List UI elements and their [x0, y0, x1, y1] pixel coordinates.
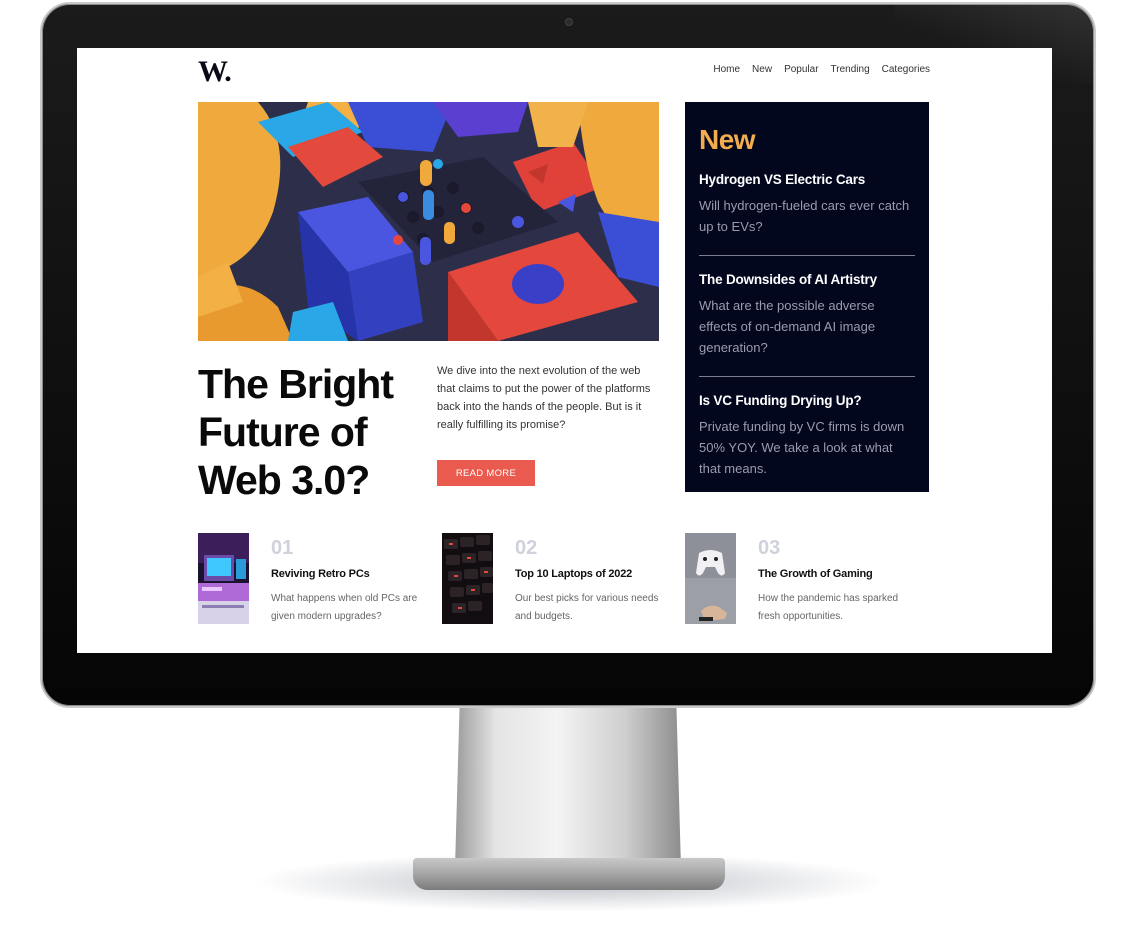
- new-article-desc: What are the possible adverse effects of…: [699, 298, 876, 355]
- new-article-title[interactable]: Is VC Funding Drying Up?: [699, 393, 915, 408]
- article-card[interactable]: 03 The Growth of Gaming How the pandemic…: [685, 533, 915, 625]
- monitor-stand-base: [413, 858, 725, 890]
- nav-home[interactable]: Home: [713, 64, 740, 75]
- website: W. Home New Popular Trending Categories: [77, 48, 1052, 653]
- new-article-title[interactable]: Hydrogen VS Electric Cars: [699, 172, 915, 187]
- nav-categories[interactable]: Categories: [882, 64, 930, 75]
- site-logo[interactable]: W.: [198, 55, 232, 89]
- card-title[interactable]: Reviving Retro PCs: [271, 568, 370, 580]
- card-title[interactable]: Top 10 Laptops of 2022: [515, 568, 632, 580]
- card-number: 01: [271, 537, 294, 559]
- card-number: 03: [758, 537, 781, 559]
- card-title[interactable]: The Growth of Gaming: [758, 568, 873, 580]
- article-card[interactable]: 02 Top 10 Laptops of 2022 Our best picks…: [442, 533, 672, 625]
- article-card[interactable]: 01 Reviving Retro PCs What happens when …: [198, 533, 428, 625]
- read-more-button[interactable]: READ MORE: [437, 460, 535, 486]
- new-article-desc: Private funding by VC firms is down 50% …: [699, 419, 905, 476]
- new-article-title[interactable]: The Downsides of AI Artistry: [699, 272, 915, 287]
- gaming-controller-thumbnail[interactable]: [685, 533, 736, 624]
- monitor-screen: W. Home New Popular Trending Categories: [77, 48, 1052, 653]
- laptop-keyboard-thumbnail[interactable]: [442, 533, 493, 624]
- hero-title[interactable]: The Bright Future of Web 3.0?: [198, 360, 408, 504]
- hero-description: We dive into the next evolution of the w…: [437, 365, 651, 431]
- card-description: Our best picks for various needs and bud…: [515, 593, 659, 622]
- new-articles-panel: New Hydrogen VS Electric Cars Will hydro…: [685, 102, 929, 492]
- nav-trending[interactable]: Trending: [831, 64, 870, 75]
- monitor-frame: W. Home New Popular Trending Categories: [40, 2, 1096, 708]
- new-article-item[interactable]: Hydrogen VS Electric Cars Will hydrogen-…: [699, 156, 915, 256]
- hero-image[interactable]: [198, 102, 659, 341]
- card-description: How the pandemic has sparked fresh oppor…: [758, 593, 899, 622]
- monitor-stand-neck: [455, 708, 681, 868]
- card-number: 02: [515, 537, 538, 559]
- new-article-desc: Will hydrogen-fueled cars ever catch up …: [699, 198, 910, 234]
- new-panel-heading: New: [699, 124, 756, 155]
- retro-pc-thumbnail[interactable]: [198, 533, 249, 624]
- new-article-item[interactable]: The Downsides of AI Artistry What are th…: [699, 256, 915, 377]
- card-description: What happens when old PCs are given mode…: [271, 593, 418, 622]
- webcam-icon: [565, 18, 573, 26]
- nav-popular[interactable]: Popular: [784, 64, 818, 75]
- main-nav: Home New Popular Trending Categories: [713, 64, 930, 75]
- nav-new[interactable]: New: [752, 64, 772, 75]
- new-article-item[interactable]: Is VC Funding Drying Up? Private funding…: [699, 377, 915, 497]
